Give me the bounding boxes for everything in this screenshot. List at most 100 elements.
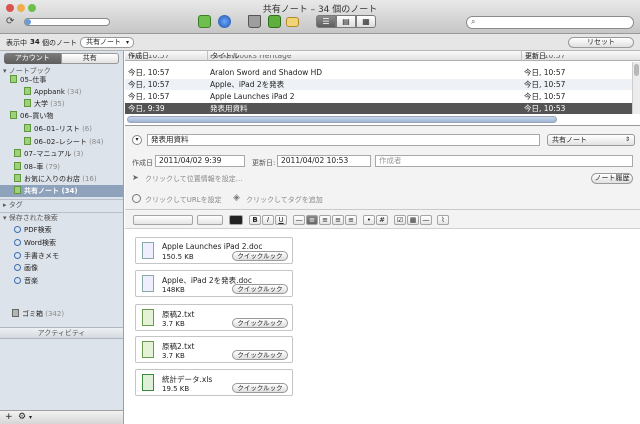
attachment[interactable]: 原稿2.txt 3.7 KB クイックルック [135,336,293,363]
notebook-icon [24,99,31,107]
filter-dropdown[interactable]: 共有ノート ▾ [80,37,134,48]
sidebar-item-university[interactable]: 大学 (35) [24,99,65,110]
created-field[interactable]: 2011/04/02 9:39 [155,155,245,167]
saved-search-handwriting[interactable]: 手書きメモ [14,251,59,262]
notebook-icon [14,162,21,170]
tag-icon: ◈ [233,193,240,203]
updated-field[interactable]: 2011/04/02 10:53 [277,155,371,167]
window-title: 共有ノート – 34 個のノート [262,5,378,15]
thumbnail-view-icon[interactable]: ▦ [356,15,376,28]
new-note-icon[interactable] [198,15,211,28]
sidebar-item-favorite-shops[interactable]: お気に入りのお店 (16) [14,174,97,185]
saved-search-pdf[interactable]: PDF検索 [14,225,52,236]
sync-progress-bar [24,18,110,26]
search-icon [14,226,21,233]
justify-icon[interactable]: ≡ [345,215,357,225]
sidebar-item-appbank[interactable]: Appbank (34) [24,87,82,98]
note-history-button[interactable]: ノート履歴 [591,173,633,184]
attachment[interactable]: 原稿2.txt 3.7 KB クイックルック [135,304,293,331]
scrollbar-thumb[interactable] [634,64,639,76]
sidebar-item-car[interactable]: 08–車 (79) [14,162,60,173]
location-field[interactable]: クリックして位置情報を設定... [145,174,242,184]
table-icon[interactable]: ▦ [407,215,419,225]
attachment[interactable]: Apple Launches iPad 2.doc 150.5 KB クイックル… [135,237,293,264]
saved-search-music[interactable]: 音楽 [14,276,38,287]
snippet-view-icon[interactable]: ▤ [336,15,356,28]
color-swatch[interactable] [229,215,243,225]
strikethrough-button[interactable]: — [293,215,305,225]
notebook-icon[interactable] [268,15,281,28]
font-dropdown[interactable] [133,215,193,225]
underline-button[interactable]: U [275,215,287,225]
table-row[interactable]: 今日, 10:57 Pocketbooks Heritage 今日, 10:57 [125,55,632,61]
size-dropdown[interactable] [197,215,223,225]
attach-icon[interactable]: ⌇ [437,215,449,225]
horizontal-scrollbar[interactable] [127,116,557,123]
sidebar-item-work[interactable]: 05–仕事 [10,75,46,86]
activity-header[interactable]: アクティビティ [0,327,123,339]
align-right-icon[interactable]: ≡ [332,215,344,225]
add-icon[interactable]: + [5,412,13,422]
reset-button[interactable]: リセット [568,37,634,48]
note-title-field[interactable]: 発表用資料 [147,134,540,146]
note-body[interactable]: Apple Launches iPad 2.doc 150.5 KB クイックル… [125,228,640,424]
tags-field[interactable]: クリックしてタグを追加 [246,195,323,205]
collapse-icon[interactable]: ▾ [132,135,142,145]
table-row-selected[interactable]: 今日, 9:39 発表用資料 今日, 10:53 [125,103,632,114]
doc-file-icon [142,275,154,292]
table-row[interactable]: 今日, 10:57 Apple Launches iPad 2 今日, 10:5… [125,91,632,102]
vertical-scrollbar[interactable] [632,62,640,114]
sidebar: アカウント 共有 ▾ ノートブック 05–仕事 Appbank (34) 大学 … [0,51,124,424]
saved-search-word[interactable]: Word検索 [14,238,56,249]
delete-icon[interactable] [248,15,261,28]
list-view-icon[interactable]: ☰ [316,15,336,28]
horizontal-rule-icon[interactable]: — [420,215,432,225]
quicklook-button[interactable]: クイックルック [232,284,288,294]
table-row[interactable]: 今日, 10:57 Aralon Sword and Shadow HD 今日,… [125,67,632,78]
gear-icon[interactable]: ⚙ [18,412,26,422]
sidebar-item-list[interactable]: 06–01–リスト (6) [24,124,92,135]
location-icon: ➤ [132,173,139,182]
trash-item[interactable]: ゴミ箱 (342) [12,309,64,320]
quicklook-button[interactable]: クイックルック [232,350,288,360]
search-input[interactable]: ⌕ [466,16,634,29]
tab-shared[interactable]: 共有 [60,53,119,64]
title-bar: 共有ノート – 34 個のノート ⟳ ☰ ▤ ▦ ⌕ [0,0,640,34]
sidebar-item-shopping[interactable]: 06–買い物 [10,111,53,122]
trash-icon [12,309,19,317]
table-row[interactable]: 今日, 10:57 Apple、iPad 2を発表 今日, 10:57 [125,79,632,90]
attachment[interactable]: Apple、iPad 2を発表.doc 148KB クイックルック [135,270,293,297]
search-icon [14,239,21,246]
align-center-icon[interactable]: ≡ [319,215,331,225]
tags-header[interactable]: ▸ タグ [3,200,23,211]
sidebar-item-manual[interactable]: 07–マニュアル (3) [14,149,83,160]
align-left-icon[interactable]: ≡ [306,215,318,225]
quicklook-button[interactable]: クイックルック [232,318,288,328]
showing-suffix: 個のノート [42,39,77,47]
italic-button[interactable]: I [262,215,274,225]
bullet-list-icon[interactable]: • [363,215,375,225]
attachment[interactable]: 統計データ.xls 19.5 KB クイックルック [135,369,293,396]
notes-list: 作成日 タイトル 更新日 今日, 10:57 Pocketbooks Herit… [125,51,640,126]
txt-file-icon [142,341,154,358]
quicklook-button[interactable]: クイックルック [232,383,288,393]
sidebar-item-shared-notes[interactable]: 共有ノート (34) [14,186,78,197]
notebook-dropdown[interactable]: 共有ノート ⇕ [547,134,635,146]
author-field[interactable]: 作成者 [375,155,633,167]
atlas-icon[interactable] [218,15,231,28]
numbered-list-icon[interactable]: # [376,215,388,225]
saved-searches-header[interactable]: ▾ 保存された検索 [3,213,58,224]
showing-prefix: 表示中 [6,39,27,47]
url-field[interactable]: クリックしてURLを設定 [145,195,222,205]
globe-icon [132,194,141,203]
checkbox-icon[interactable]: ☑ [394,215,406,225]
sync-icon[interactable]: ⟳ [6,16,18,28]
email-icon[interactable] [286,17,299,27]
quicklook-button[interactable]: クイックルック [232,251,288,261]
bold-button[interactable]: B [249,215,261,225]
sidebar-item-receipts[interactable]: 06–02–レシート (84) [24,137,103,148]
chevron-down-icon[interactable]: ▾ [29,414,32,421]
saved-search-images[interactable]: 画像 [14,263,38,274]
tab-account[interactable]: アカウント [4,53,61,64]
notebook-icon [14,149,21,157]
